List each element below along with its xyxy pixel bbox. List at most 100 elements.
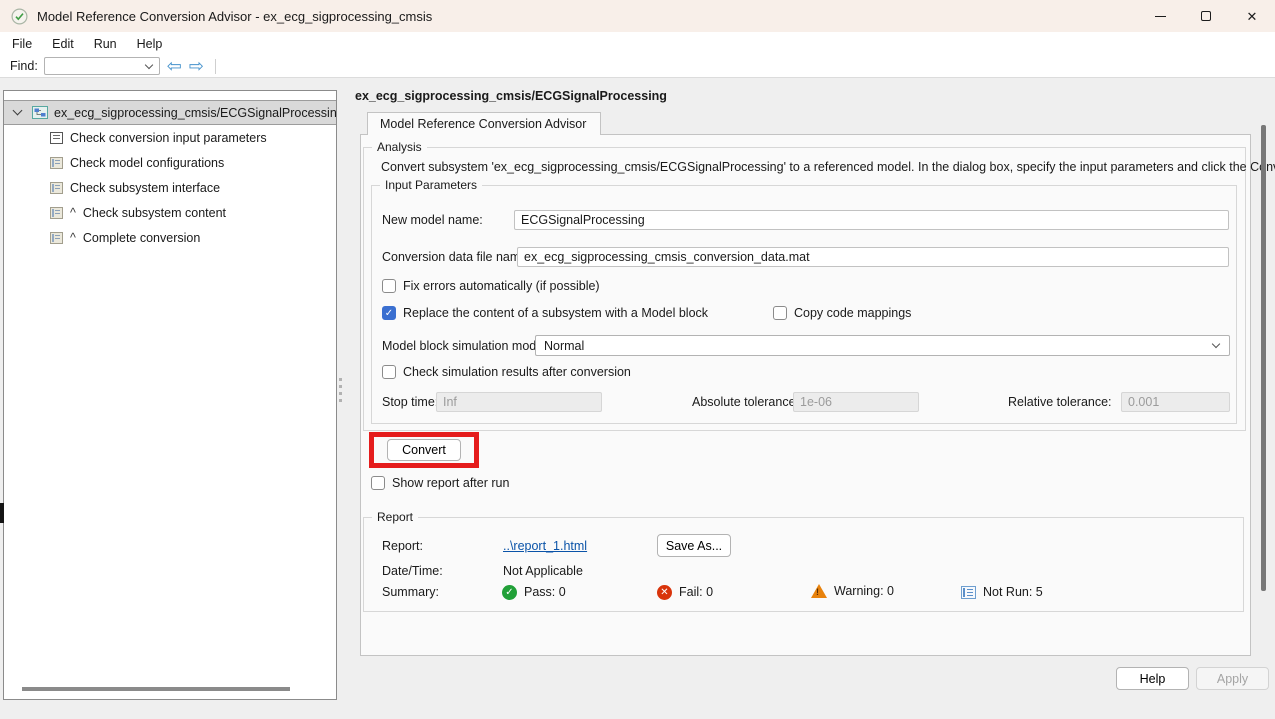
warning-count: Warning: 0: [834, 584, 894, 598]
task-icon: [50, 182, 63, 194]
copy-code-mappings-checkbox[interactable]: [773, 306, 787, 320]
apply-button[interactable]: Apply: [1196, 667, 1269, 690]
fix-errors-row: Fix errors automatically (if possible): [382, 279, 600, 293]
datetime-label: Date/Time:: [382, 564, 443, 578]
check-tree-panel: ex_ecg_sigprocessing_cmsis/ECGSignalProc…: [3, 90, 337, 700]
menu-item-help[interactable]: Help: [127, 34, 173, 54]
maximize-icon: [1201, 11, 1211, 21]
relative-tolerance-label: Relative tolerance:: [1008, 392, 1112, 412]
task-icon: [50, 157, 63, 169]
save-as-button[interactable]: Save As...: [657, 534, 731, 557]
not-run-count: Not Run: 5: [983, 585, 1043, 599]
chevron-down-icon[interactable]: [13, 106, 23, 116]
report-label: Report:: [382, 539, 423, 553]
input-parameters-group: Input Parameters New model name: Convers…: [371, 185, 1237, 424]
stop-time-input[interactable]: [436, 392, 602, 412]
maximize-button[interactable]: [1183, 0, 1229, 32]
report-legend: Report: [372, 510, 418, 524]
tree-item-check-subsystem-content[interactable]: ^ Check subsystem content: [4, 202, 336, 224]
help-button[interactable]: Help: [1116, 667, 1189, 690]
show-report-label: Show report after run: [392, 476, 509, 490]
datetime-value-row: Not Applicable: [503, 561, 583, 581]
find-next-button[interactable]: ⇨: [189, 57, 204, 75]
horizontal-scrollbar[interactable]: [22, 687, 290, 691]
tree-item-label: Check subsystem content: [83, 206, 226, 220]
tab-model-reference-conversion-advisor[interactable]: Model Reference Conversion Advisor: [367, 112, 601, 135]
check-sim-results-checkbox[interactable]: [382, 365, 396, 379]
tree-item-check-model-configurations[interactable]: Check model configurations: [4, 152, 336, 174]
check-icon: ✓: [385, 308, 393, 319]
check-sim-results-label: Check simulation results after conversio…: [403, 365, 631, 379]
find-label: Find:: [10, 59, 38, 73]
convert-highlight-annotation: Convert: [369, 432, 479, 468]
tree-item-label: Check conversion input parameters: [70, 131, 267, 145]
tree-root-item[interactable]: ex_ecg_sigprocessing_cmsis/ECGSignalProc…: [4, 100, 336, 125]
find-combobox[interactable]: [44, 57, 160, 75]
minimize-icon: [1155, 16, 1166, 17]
fail-icon: ✕: [657, 585, 672, 600]
absolute-tolerance-input[interactable]: [793, 392, 919, 412]
report-row: Report:: [382, 536, 423, 556]
stop-time-label: Stop time:: [382, 392, 438, 412]
analysis-legend: Analysis: [372, 140, 427, 154]
menu-bar: File Edit Run Help: [0, 32, 1275, 55]
task-status-caret: ^: [70, 206, 76, 220]
summary-label-row: Summary:: [382, 582, 439, 602]
title-bar: Model Reference Conversion Advisor - ex_…: [0, 0, 1275, 32]
find-toolbar: Find: ⇦ ⇨: [0, 55, 1275, 78]
tree-root-label: ex_ecg_sigprocessing_cmsis/ECGSignalProc…: [54, 106, 336, 120]
menu-item-run[interactable]: Run: [84, 34, 127, 54]
summary-not-run: Not Run: 5: [961, 582, 1043, 602]
fail-count: Fail: 0: [679, 585, 713, 599]
tree-item-label: Complete conversion: [83, 231, 200, 245]
fix-errors-checkbox[interactable]: [382, 279, 396, 293]
chevron-down-icon: [1212, 340, 1220, 348]
toolbar-separator: [215, 59, 216, 74]
conversion-data-file-input[interactable]: [517, 247, 1229, 267]
not-run-icon: [961, 586, 976, 599]
summary-label: Summary:: [382, 585, 439, 599]
tree-item-check-subsystem-interface[interactable]: Check subsystem interface: [4, 177, 336, 199]
simulation-mode-select[interactable]: Normal: [535, 335, 1230, 356]
find-previous-button[interactable]: ⇦: [167, 57, 182, 75]
task-status-caret: ^: [70, 231, 76, 245]
datetime-label-row: Date/Time:: [382, 561, 443, 581]
window-controls: ✕: [1137, 0, 1275, 32]
check-sim-results-row: Check simulation results after conversio…: [382, 365, 631, 379]
report-link-row: ..\report_1.html: [503, 536, 587, 556]
panel-splitter-handle[interactable]: [336, 378, 344, 418]
datetime-value: Not Applicable: [503, 564, 583, 578]
new-model-name-input[interactable]: [514, 210, 1229, 230]
fix-errors-label: Fix errors automatically (if possible): [403, 279, 600, 293]
app-check-icon: [11, 8, 28, 25]
convert-button[interactable]: Convert: [387, 439, 461, 461]
conversion-data-file-label: Conversion data file name:: [382, 247, 531, 267]
analysis-description: Convert subsystem 'ex_ecg_sigprocessing_…: [381, 160, 1275, 174]
summary-pass: ✓ Pass: 0: [502, 582, 566, 602]
pass-count: Pass: 0: [524, 585, 566, 599]
copy-code-mappings-label: Copy code mappings: [794, 306, 911, 320]
report-group: Report Report: ..\report_1.html Save As.…: [363, 517, 1244, 612]
show-report-row: Show report after run: [371, 476, 509, 490]
tree-item-label: Check model configurations: [70, 156, 224, 170]
close-button[interactable]: ✕: [1229, 0, 1275, 32]
vertical-scrollbar-thumb[interactable]: [1261, 125, 1266, 591]
new-model-name-label: New model name:: [382, 210, 483, 230]
menu-item-file[interactable]: File: [2, 34, 42, 54]
simulation-mode-value: Normal: [544, 339, 584, 353]
tree-item-check-conversion-input-parameters[interactable]: Check conversion input parameters: [4, 127, 336, 149]
task-icon: [50, 232, 63, 244]
close-icon: ✕: [1247, 10, 1258, 23]
relative-tolerance-input[interactable]: [1121, 392, 1230, 412]
show-report-checkbox[interactable]: [371, 476, 385, 490]
minimize-button[interactable]: [1137, 0, 1183, 32]
copy-code-mappings-row: Copy code mappings: [773, 306, 911, 320]
report-link[interactable]: ..\report_1.html: [503, 539, 587, 553]
tree-item-complete-conversion[interactable]: ^ Complete conversion: [4, 227, 336, 249]
subsystem-path-heading: ex_ecg_sigprocessing_cmsis/ECGSignalProc…: [355, 89, 667, 103]
model-icon: [32, 106, 48, 119]
replace-content-label: Replace the content of a subsystem with …: [403, 306, 708, 320]
back-arrow-icon: ⇦: [167, 56, 182, 76]
menu-item-edit[interactable]: Edit: [42, 34, 84, 54]
replace-content-checkbox[interactable]: ✓: [382, 306, 396, 320]
